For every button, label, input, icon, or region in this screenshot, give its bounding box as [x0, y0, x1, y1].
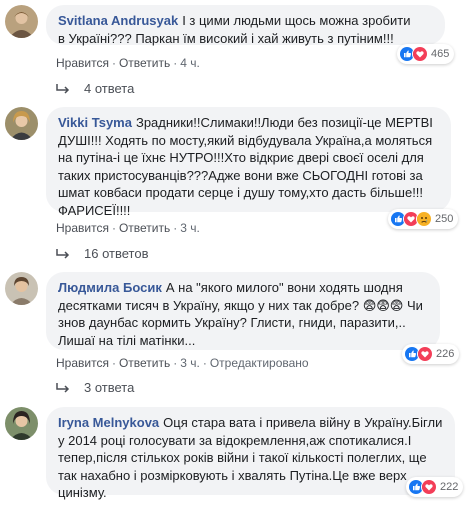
comment-timestamp[interactable]: 3 ч.: [180, 356, 200, 370]
reactions-count: 226: [436, 348, 455, 360]
comment-bubble: Svitlana Andrusyak І з цими людьми щось м…: [46, 5, 445, 46]
comment: Iryna Melnykova Оця стара вата і привела …: [0, 407, 475, 507]
reply-button[interactable]: Ответить: [119, 56, 170, 70]
comment-actions: Нравится · Ответить · 3 ч.: [56, 221, 200, 235]
reactions-count: 222: [440, 481, 459, 493]
view-replies-link[interactable]: 16 ответов: [56, 246, 148, 261]
like-button[interactable]: Нравится: [56, 56, 109, 70]
comment-author[interactable]: Iryna Melnykova: [58, 415, 159, 430]
comment: Vikki Tsyma Зрадники!!Слимаки!!Люди без п…: [0, 107, 475, 267]
reply-arrow-icon: [56, 248, 70, 259]
replies-count[interactable]: 16 ответов: [84, 246, 148, 261]
reactions-summary[interactable]: 250: [388, 209, 459, 229]
comment-text: Зрадники!!Слимаки!!Люди без позиції-це М…: [58, 115, 433, 218]
comment-author[interactable]: Vikki Tsyma: [58, 115, 132, 130]
avatar[interactable]: [5, 5, 38, 38]
comment: Людмила Босик А на "якого милого" вони хо…: [0, 267, 475, 397]
avatar[interactable]: [5, 107, 38, 140]
reply-button[interactable]: Ответить: [119, 356, 170, 370]
comment-actions: Нравится · Ответить · 3 ч. · Отредактировано: [56, 356, 309, 370]
edited-label[interactable]: Отредактировано: [210, 356, 309, 370]
avatar[interactable]: [5, 272, 38, 305]
reply-arrow-icon: [56, 83, 70, 94]
like-button[interactable]: Нравится: [56, 221, 109, 235]
like-button[interactable]: Нравится: [56, 356, 109, 370]
reactions-summary[interactable]: 226: [402, 344, 460, 364]
love-reaction-icon: [417, 346, 433, 362]
reactions-count: 250: [435, 213, 454, 225]
view-replies-link[interactable]: 4 ответа: [56, 81, 134, 96]
comment-author[interactable]: Svitlana Andrusyak: [58, 13, 178, 28]
sad-reaction-icon: [416, 211, 432, 227]
love-reaction-icon: [412, 46, 428, 62]
reactions-count: 465: [431, 48, 450, 60]
comment-timestamp[interactable]: 4 ч.: [180, 56, 200, 70]
comment-bubble: Людмила Босик А на "якого милого" вони хо…: [46, 272, 440, 350]
avatar[interactable]: [5, 407, 38, 440]
love-reaction-icon: [421, 479, 437, 495]
reply-arrow-icon: [56, 382, 70, 393]
comment-author[interactable]: Людмила Босик: [58, 280, 162, 295]
reactions-summary[interactable]: 465: [397, 44, 455, 64]
comment-actions: Нравится · Ответить · 4 ч.: [56, 56, 200, 70]
reply-button[interactable]: Ответить: [119, 221, 170, 235]
view-replies-link[interactable]: 3 ответа: [56, 380, 134, 395]
comment-bubble: Vikki Tsyma Зрадники!!Слимаки!!Люди без п…: [46, 107, 451, 218]
comment-bubble: Iryna Melnykova Оця стара вата і привела …: [46, 407, 455, 500]
reactions-summary[interactable]: 222: [406, 477, 464, 497]
replies-count[interactable]: 4 ответа: [84, 81, 134, 96]
comment: Svitlana Andrusyak І з цими людьми щось м…: [0, 0, 475, 110]
replies-count[interactable]: 3 ответа: [84, 380, 134, 395]
comment-timestamp[interactable]: 3 ч.: [180, 221, 200, 235]
